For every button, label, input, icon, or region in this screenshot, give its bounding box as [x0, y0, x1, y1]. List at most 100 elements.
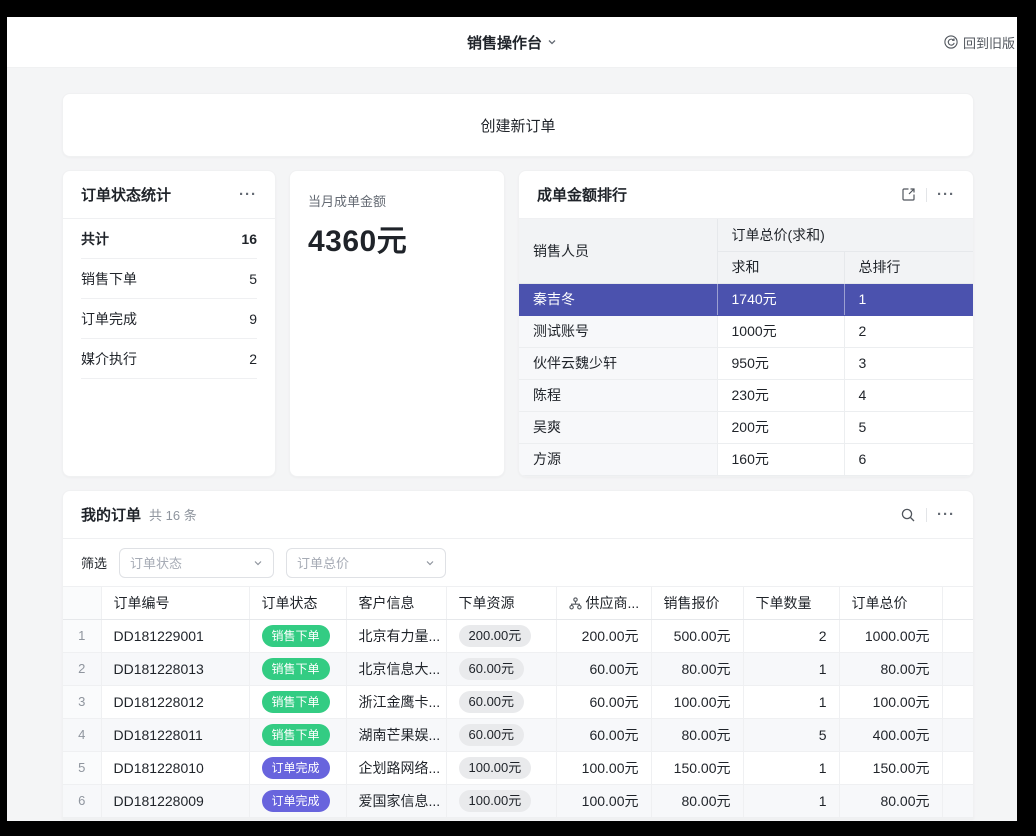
- order-no: DD181228013: [101, 652, 249, 685]
- my-orders-title: 我的订单: [81, 504, 141, 525]
- col-header-status[interactable]: 订单状态: [249, 587, 346, 619]
- stats-row-total[interactable]: 共计 16: [81, 219, 257, 259]
- row-spacer: [942, 751, 974, 784]
- search-icon[interactable]: [900, 507, 916, 523]
- col-header-total[interactable]: 订单总价: [839, 587, 942, 619]
- ranking-card-actions: ···: [901, 187, 955, 202]
- stats-row-media[interactable]: 媒介执行 2: [81, 339, 257, 379]
- supplier-price: 60.00元: [556, 718, 651, 751]
- row-index: 4: [63, 718, 101, 751]
- stats-label: 媒介执行: [81, 349, 137, 369]
- more-icon[interactable]: ···: [937, 507, 955, 522]
- rank-value: 1: [844, 283, 973, 315]
- col-header-order-total-sum[interactable]: 订单总价(求和): [717, 219, 973, 251]
- col-header-resource[interactable]: 下单资源: [446, 587, 556, 619]
- ranking-card-title: 成单金额排行: [537, 184, 627, 205]
- sum-value: 950元: [717, 347, 844, 379]
- col-header-salesperson[interactable]: 销售人员: [519, 219, 717, 283]
- row-index: 6: [63, 784, 101, 817]
- open-external-icon[interactable]: [901, 187, 916, 202]
- col-header-rank[interactable]: 总排行: [844, 251, 973, 283]
- col-header-quote[interactable]: 销售报价: [651, 587, 743, 619]
- ranking-table: 销售人员 订单总价(求和) 求和 总排行 秦吉冬 1740元 1: [519, 219, 973, 476]
- order-row[interactable]: 6 DD181228009 订单完成 爱国家信息... 100.00元 100.…: [63, 784, 974, 817]
- rank-value: 6: [844, 443, 973, 475]
- col-header-customer[interactable]: 客户信息: [346, 587, 446, 619]
- order-status-filter-select[interactable]: 订单状态: [119, 548, 274, 578]
- stats-row-sale[interactable]: 销售下单 5: [81, 259, 257, 299]
- sum-value: 1000元: [717, 315, 844, 347]
- ranking-row[interactable]: 吴爽 200元 5: [519, 411, 973, 443]
- filter-row: 筛选 订单状态 订单总价: [63, 539, 973, 587]
- more-icon[interactable]: ···: [937, 187, 955, 202]
- ranking-row[interactable]: 伙伴云魏少轩 950元 3: [519, 347, 973, 379]
- col-header-supplier[interactable]: 供应商...: [556, 587, 651, 619]
- page-title: 销售操作台: [467, 32, 542, 53]
- status-badge: 订单完成: [262, 757, 330, 779]
- monthly-amount-card: 当月成单金额 4360元: [289, 170, 505, 477]
- row-spacer: [942, 718, 974, 751]
- stats-value: 16: [241, 231, 257, 247]
- sales-quote: 150.00元: [651, 751, 743, 784]
- ranking-card: 成单金额排行 ···: [518, 170, 974, 477]
- orders-table-header-row: 订单编号 订单状态 客户信息 下单资源 供应商... 销售报价 下单数量 订单总…: [63, 587, 974, 619]
- create-order-button[interactable]: 创建新订单: [62, 93, 974, 157]
- customer-info: 北京信息大...: [346, 652, 446, 685]
- salesperson-name: 陈程: [519, 379, 717, 411]
- row-index: 1: [63, 619, 101, 652]
- dashboard-cards-row: 订单状态统计 ··· 共计 16 销售下单 5 订单完成 9: [62, 170, 974, 477]
- supplier-price: 100.00元: [556, 751, 651, 784]
- salesperson-name: 吴爽: [519, 411, 717, 443]
- row-index: 2: [63, 652, 101, 685]
- order-total-filter-select[interactable]: 订单总价: [286, 548, 446, 578]
- col-header-qty[interactable]: 下单数量: [743, 587, 839, 619]
- more-icon[interactable]: ···: [239, 187, 257, 202]
- col-header-order-no[interactable]: 订单编号: [101, 587, 249, 619]
- chevron-down-icon: [253, 558, 263, 568]
- orders-count: 共 16 条: [149, 505, 197, 524]
- rank-value: 2: [844, 315, 973, 347]
- row-spacer: [942, 685, 974, 718]
- supplier-price: 60.00元: [556, 652, 651, 685]
- select-placeholder: 订单状态: [130, 553, 182, 572]
- resource-badge: 100.00元: [459, 757, 532, 779]
- order-row[interactable]: 4 DD181228011 销售下单 湖南芒果娱... 60.00元 60.00…: [63, 718, 974, 751]
- app-window: 销售操作台 回到旧版 创建新订单 订单状态统: [7, 17, 1017, 821]
- sales-quote: 80.00元: [651, 718, 743, 751]
- order-status-cell: 订单完成: [249, 751, 346, 784]
- my-orders-header: 我的订单 共 16 条 ···: [63, 491, 973, 539]
- sum-value: 230元: [717, 379, 844, 411]
- resource-cell: 100.00元: [446, 751, 556, 784]
- order-row[interactable]: 2 DD181228013 销售下单 北京信息大... 60.00元 60.00…: [63, 652, 974, 685]
- monthly-amount-value: 4360元: [308, 216, 486, 260]
- my-orders-actions: ···: [900, 507, 955, 523]
- my-orders-card: 我的订单 共 16 条 ··· 筛选 订单状: [62, 490, 974, 819]
- divider: [926, 188, 927, 202]
- stats-label: 订单完成: [81, 309, 137, 329]
- resource-badge: 60.00元: [459, 724, 525, 746]
- sales-quote: 100.00元: [651, 685, 743, 718]
- order-qty: 1: [743, 685, 839, 718]
- order-qty: 1: [743, 751, 839, 784]
- ranking-row[interactable]: 秦吉冬 1740元 1: [519, 283, 973, 315]
- supplier-price: 100.00元: [556, 784, 651, 817]
- order-total: 80.00元: [839, 784, 942, 817]
- col-header-sum[interactable]: 求和: [717, 251, 844, 283]
- ranking-row[interactable]: 陈程 230元 4: [519, 379, 973, 411]
- order-row[interactable]: 5 DD181228010 订单完成 企划路网络... 100.00元 100.…: [63, 751, 974, 784]
- resource-cell: 60.00元: [446, 685, 556, 718]
- rank-value: 4: [844, 379, 973, 411]
- app-title-dropdown[interactable]: 销售操作台: [467, 32, 557, 53]
- customer-info: 爱国家信息...: [346, 784, 446, 817]
- ranking-row[interactable]: 方源 160元 6: [519, 443, 973, 475]
- back-to-old-version-button[interactable]: 回到旧版: [944, 17, 1015, 67]
- order-row[interactable]: 1 DD181229001 销售下单 北京有力量... 200.00元 200.…: [63, 619, 974, 652]
- stats-row-done[interactable]: 订单完成 9: [81, 299, 257, 339]
- order-row[interactable]: 3 DD181228012 销售下单 浙江金鹰卡... 60.00元 60.00…: [63, 685, 974, 718]
- ranking-row[interactable]: 测试账号 1000元 2: [519, 315, 973, 347]
- stats-value: 2: [249, 351, 257, 367]
- filter-label: 筛选: [81, 553, 107, 572]
- order-status-card: 订单状态统计 ··· 共计 16 销售下单 5 订单完成 9: [62, 170, 276, 477]
- top-bar: 销售操作台 回到旧版: [7, 17, 1017, 68]
- ranking-card-header: 成单金额排行 ···: [519, 171, 973, 219]
